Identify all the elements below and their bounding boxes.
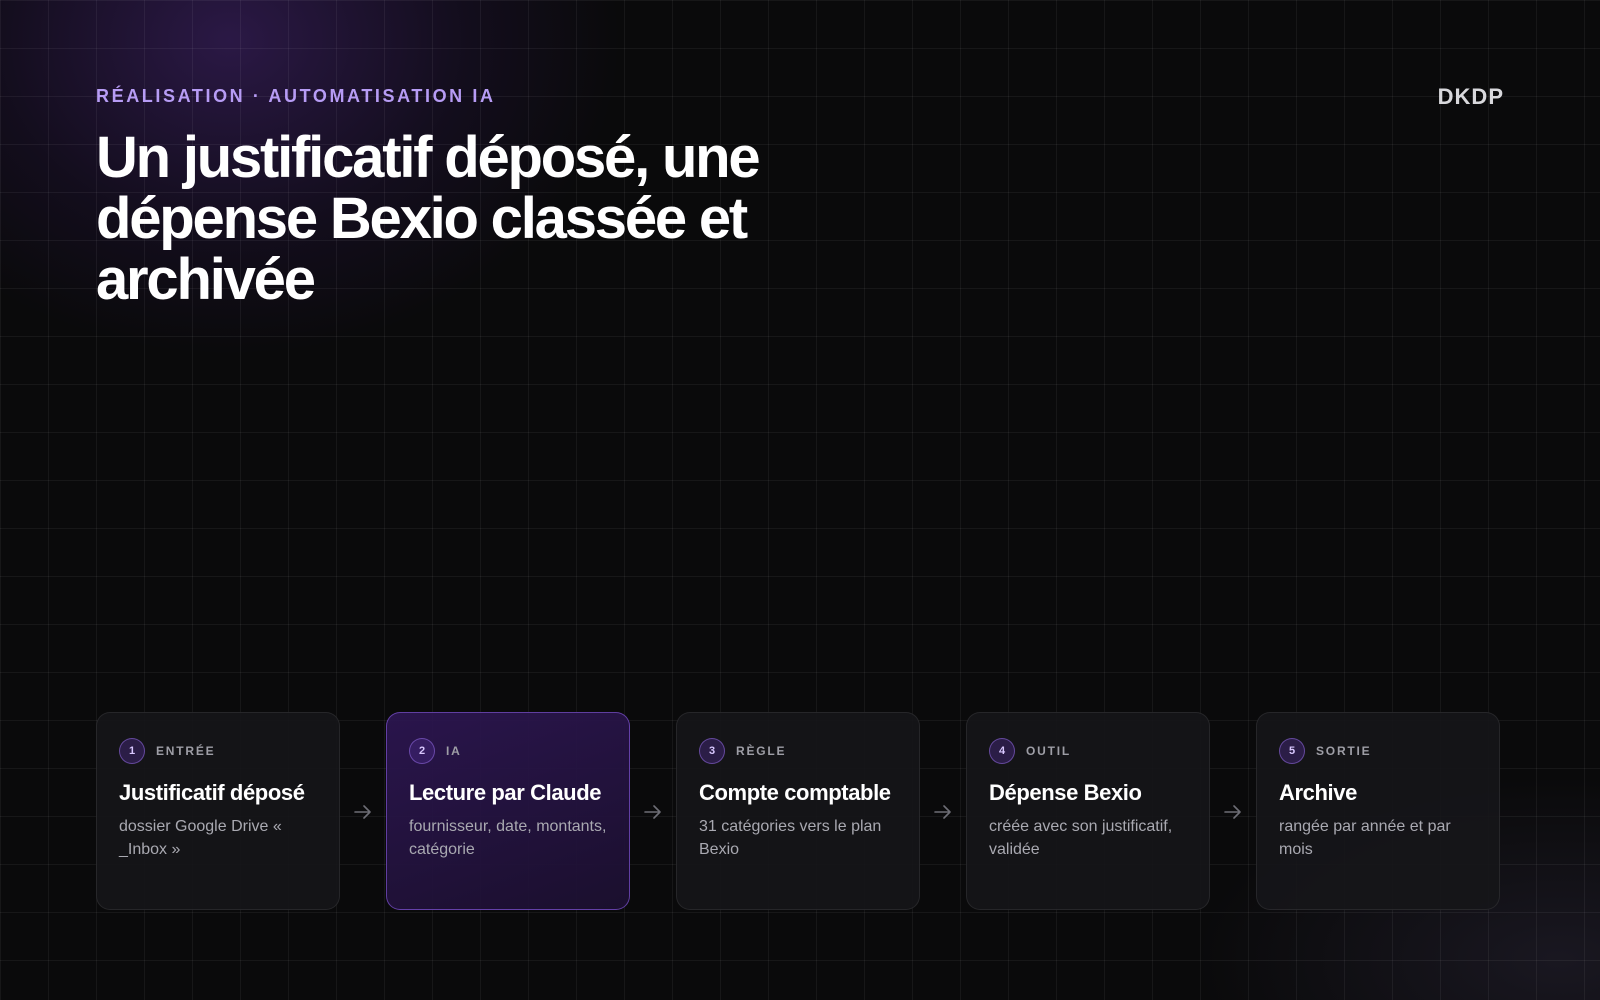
step-description: créée avec son justificatif, validée bbox=[989, 818, 1173, 858]
step-title: Compte comptable bbox=[699, 780, 891, 805]
brand-logo: DKDP bbox=[1437, 84, 1504, 109]
step-card-2: 2 IA Lecture par Claude fournisseur, dat… bbox=[386, 712, 630, 910]
step-header: 4 OUTIL bbox=[989, 737, 1187, 765]
page-title: Un justificatif déposé, une dépense Bexi… bbox=[96, 125, 761, 312]
step-card-1: 1 ENTRÉE Justificatif déposé dossier Goo… bbox=[96, 712, 340, 910]
step-card-3: 3 RÈGLE Compte comptable 31 catégories v… bbox=[676, 712, 920, 910]
step-tag: SORTIE bbox=[1316, 744, 1372, 758]
workflow-steps: 1 ENTRÉE Justificatif déposé dossier Goo… bbox=[96, 712, 1504, 912]
step-title: Archive bbox=[1279, 780, 1357, 805]
arrow-right-icon bbox=[630, 712, 676, 912]
step-tag: RÈGLE bbox=[736, 744, 787, 758]
step-description: dossier Google Drive « _Inbox » bbox=[119, 818, 282, 858]
step-tag: OUTIL bbox=[1026, 744, 1071, 758]
arrow-right-icon bbox=[340, 712, 386, 912]
step-header: 5 SORTIE bbox=[1279, 737, 1477, 765]
step-number-badge: 3 bbox=[699, 738, 725, 764]
step-title: Lecture par Claude bbox=[409, 780, 602, 805]
step-tag: IA bbox=[446, 744, 462, 758]
step-description: fournisseur, date, montants, catégorie bbox=[409, 818, 607, 858]
step-card-5: 5 SORTIE Archive rangée par année et par… bbox=[1256, 712, 1500, 910]
step-number-badge: 2 bbox=[409, 738, 435, 764]
step-number-badge: 5 bbox=[1279, 738, 1305, 764]
step-card-4: 4 OUTIL Dépense Bexio créée avec son jus… bbox=[966, 712, 1210, 910]
step-description: 31 catégories vers le plan Bexio bbox=[699, 818, 882, 858]
step-number-badge: 4 bbox=[989, 738, 1015, 764]
step-title: Justificatif déposé bbox=[119, 780, 305, 805]
arrow-right-icon bbox=[1210, 712, 1256, 912]
step-tag: ENTRÉE bbox=[156, 744, 216, 758]
step-description: rangée par année et par mois bbox=[1279, 818, 1451, 858]
arrow-right-icon bbox=[920, 712, 966, 912]
step-header: 2 IA bbox=[409, 737, 607, 765]
eyebrow-label: RÉALISATION · AUTOMATISATION IA bbox=[96, 86, 496, 106]
step-number-badge: 1 bbox=[119, 738, 145, 764]
step-header: 1 ENTRÉE bbox=[119, 737, 317, 765]
step-title: Dépense Bexio bbox=[989, 780, 1142, 805]
step-header: 3 RÈGLE bbox=[699, 737, 897, 765]
page-header: RÉALISATION · AUTOMATISATION IA DKDP Un … bbox=[96, 84, 1504, 312]
